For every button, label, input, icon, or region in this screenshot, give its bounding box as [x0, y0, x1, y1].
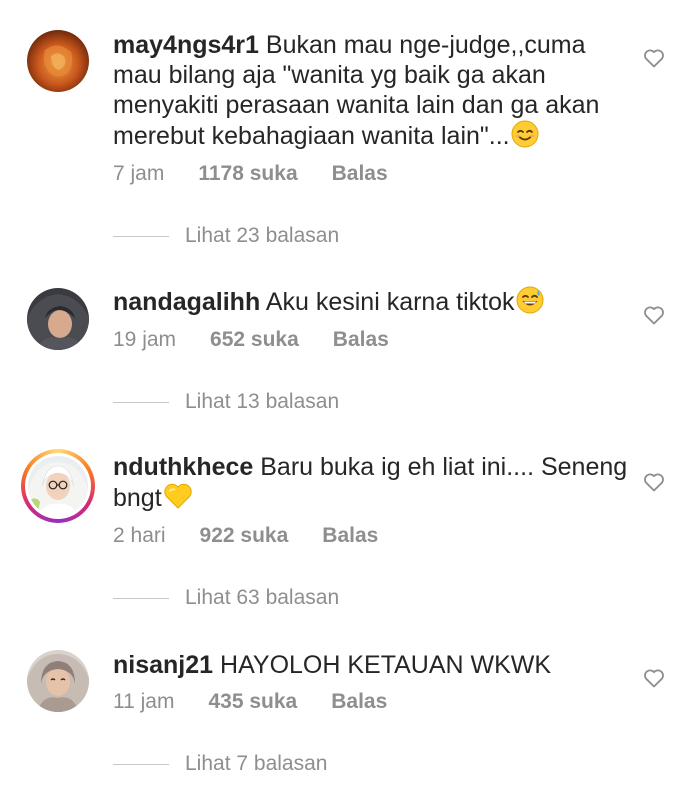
comment-username[interactable]: nduthkhece — [113, 453, 253, 481]
comment-meta: 11 jam 435 suka Balas — [113, 690, 387, 714]
replies-divider — [113, 763, 169, 765]
view-replies-label[interactable]: Lihat 23 balasan — [185, 224, 339, 247]
avatar[interactable] — [27, 650, 89, 712]
view-replies-label[interactable]: Lihat 13 balasan — [185, 390, 339, 413]
reply-button[interactable]: Balas — [331, 690, 387, 714]
comment-time: 19 jam — [113, 328, 177, 351]
comment-likes[interactable]: 435 suka — [208, 690, 297, 714]
comment-likes[interactable]: 922 suka — [200, 524, 289, 548]
comment-likes[interactable]: 652 suka — [210, 328, 299, 352]
comment-text: may4ngs4r1 Bukan mau nge-judge,,cuma mau… — [113, 30, 633, 155]
like-heart-icon[interactable] — [643, 305, 665, 325]
replies-divider — [113, 597, 169, 599]
avatar[interactable] — [27, 30, 89, 92]
like-heart-icon[interactable] — [643, 668, 665, 688]
comment-body: HAYOLOH KETAUAN WKWK — [220, 651, 552, 679]
reply-button[interactable]: Balas — [333, 328, 389, 352]
replies-divider — [113, 235, 169, 237]
view-replies-link[interactable]: Lihat 63 balasan — [113, 586, 339, 610]
yellow-heart-icon — [163, 482, 193, 517]
avatar — [25, 453, 91, 519]
smiling-face-icon — [511, 120, 539, 155]
replies-divider — [113, 401, 169, 403]
comment-text: nisanj21 HAYOLOH KETAUAN WKWK — [113, 650, 633, 680]
view-replies-link[interactable]: Lihat 23 balasan — [113, 224, 339, 248]
comment-likes[interactable]: 1178 suka — [198, 162, 297, 186]
comment-time: 7 jam — [113, 162, 165, 185]
avatar[interactable] — [27, 288, 89, 350]
grinning-sweat-face-icon — [516, 286, 544, 321]
comment-text: nduthkhece Baru buka ig eh liat ini.... … — [113, 452, 633, 517]
comment-meta: 19 jam 652 suka Balas — [113, 328, 389, 352]
like-heart-icon[interactable] — [643, 472, 665, 492]
reply-button[interactable]: Balas — [322, 524, 378, 548]
comment-body: Aku kesini karna tiktok — [265, 288, 515, 316]
comment-text: nandagalihh Aku kesini karna tiktok — [113, 286, 633, 321]
comment-meta: 7 jam 1178 suka Balas — [113, 162, 388, 186]
view-replies-label[interactable]: Lihat 63 balasan — [185, 586, 339, 609]
avatar-story-ring[interactable] — [21, 449, 95, 523]
reply-button[interactable]: Balas — [332, 162, 388, 186]
comment-username[interactable]: nisanj21 — [113, 651, 213, 679]
comment-username[interactable]: may4ngs4r1 — [113, 31, 259, 59]
comment-meta: 2 hari 922 suka Balas — [113, 524, 378, 548]
view-replies-link[interactable]: Lihat 13 balasan — [113, 390, 339, 414]
comment-time: 2 hari — [113, 524, 166, 547]
view-replies-label[interactable]: Lihat 7 balasan — [185, 752, 327, 775]
comment-username[interactable]: nandagalihh — [113, 288, 260, 316]
view-replies-link[interactable]: Lihat 7 balasan — [113, 752, 327, 776]
like-heart-icon[interactable] — [643, 48, 665, 68]
comment-time: 11 jam — [113, 690, 175, 713]
